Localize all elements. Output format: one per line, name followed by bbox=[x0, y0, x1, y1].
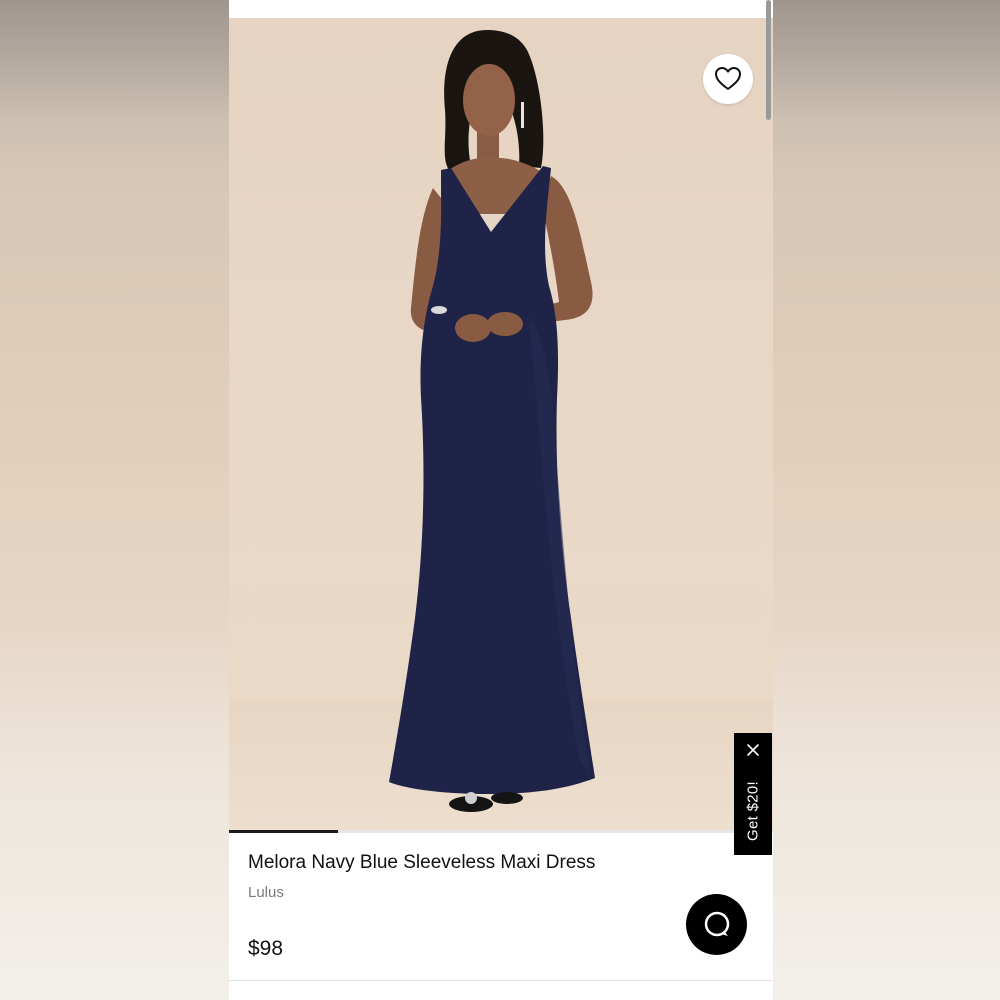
promo-tab[interactable]: Get $20! bbox=[734, 733, 772, 855]
product-page: Melora Navy Blue Sleeveless Maxi Dress L… bbox=[229, 0, 773, 1000]
image-carousel-indicator bbox=[229, 830, 773, 833]
heart-icon bbox=[715, 67, 741, 90]
section-divider bbox=[229, 980, 773, 981]
top-bar bbox=[229, 0, 773, 18]
carousel-progress bbox=[229, 830, 338, 833]
chat-button[interactable] bbox=[686, 894, 747, 955]
blurred-background-left bbox=[0, 0, 229, 1000]
scrollbar[interactable] bbox=[766, 0, 771, 120]
blurred-background-right bbox=[773, 0, 1000, 1000]
chat-bubble-icon bbox=[704, 911, 729, 936]
model-in-dress-illustration bbox=[389, 30, 595, 812]
product-title: Melora Navy Blue Sleeveless Maxi Dress bbox=[248, 852, 596, 873]
product-brand[interactable]: Lulus bbox=[248, 884, 284, 901]
favorite-button[interactable] bbox=[703, 54, 753, 104]
product-price: $98 bbox=[248, 937, 284, 960]
promo-label[interactable]: Get $20! bbox=[745, 781, 762, 841]
product-image[interactable] bbox=[229, 18, 773, 832]
close-icon[interactable] bbox=[746, 743, 760, 757]
